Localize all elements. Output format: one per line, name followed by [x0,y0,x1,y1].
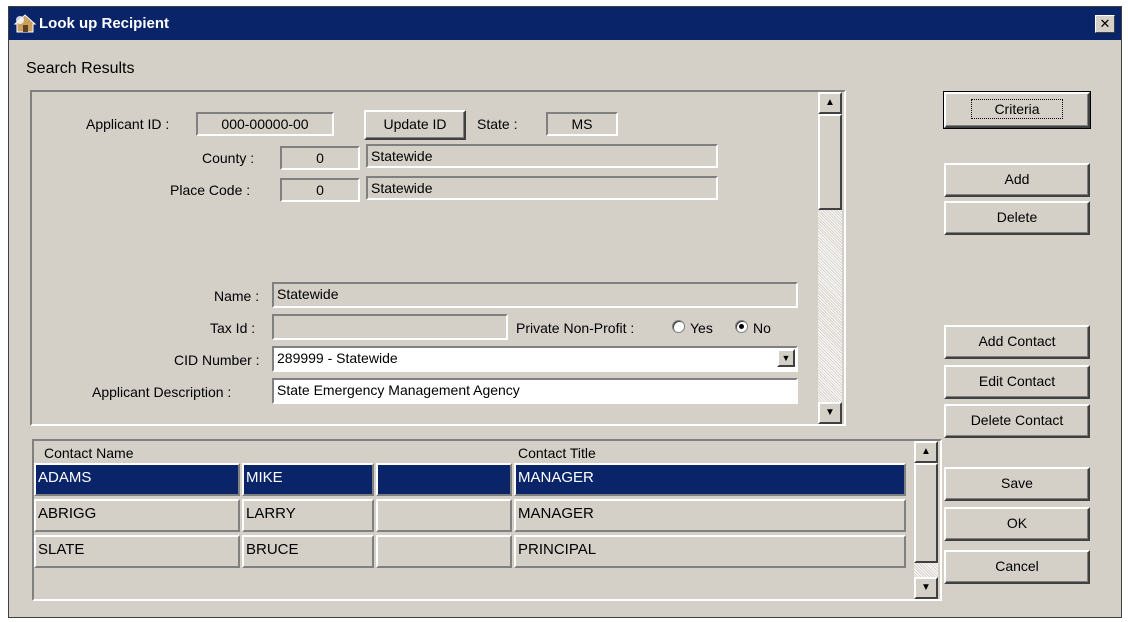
recipient-details-panel: Applicant ID : 000-00000-00 Update ID St… [30,90,846,426]
contact-title-cell[interactable]: MANAGER [514,499,906,532]
scroll-up-icon[interactable]: ▲ [818,92,842,114]
contacts-grid: Contact Name Contact Title ADAMS MIKE MA… [32,439,942,601]
contact-middle-cell[interactable] [376,499,512,532]
cancel-button[interactable]: Cancel [944,550,1090,584]
app-icon [13,14,37,33]
title-bar[interactable]: Look up Recipient ✕ [9,7,1121,40]
private-nonprofit-label: Private Non-Profit : [516,320,635,336]
description-label: Applicant Description : [92,384,232,400]
county-code-field[interactable]: 0 [280,146,360,170]
section-title: Search Results [26,60,135,77]
contact-first-cell[interactable]: MIKE [242,463,374,496]
scroll-down-icon[interactable]: ▼ [914,577,938,599]
contact-middle-cell[interactable] [376,535,512,568]
edit-contact-button[interactable]: Edit Contact [944,365,1090,399]
cid-label: CID Number : [174,352,260,368]
details-scrollbar[interactable]: ▲ ▼ [818,92,842,424]
name-label: Name : [214,288,260,304]
dropdown-arrow-icon[interactable]: ▼ [777,349,795,367]
place-code-field[interactable]: 0 [280,178,360,202]
radio-selected-dot [739,324,744,329]
update-id-button[interactable]: Update ID [364,110,466,140]
contact-last-cell[interactable]: ADAMS [34,463,240,496]
scroll-thumb[interactable] [914,463,938,563]
contact-last-cell[interactable]: ABRIGG [34,499,240,532]
yes-radio-label: Yes [690,320,713,336]
contact-name-header[interactable]: Contact Name [44,445,133,461]
name-field[interactable]: Statewide [272,282,798,308]
county-label: County : [202,150,255,166]
contact-first-cell[interactable]: BRUCE [242,535,374,568]
delete-contact-button[interactable]: Delete Contact [944,404,1090,438]
no-radio[interactable] [735,320,748,333]
yes-radio[interactable] [672,320,685,333]
lookup-recipient-window: Look up Recipient ✕ Search Results Appli… [8,6,1122,618]
save-button[interactable]: Save [944,467,1090,501]
contact-title-cell[interactable]: MANAGER [514,463,906,496]
contact-first-cell[interactable]: LARRY [242,499,374,532]
add-button[interactable]: Add [944,163,1090,197]
contacts-scrollbar[interactable]: ▲ ▼ [914,441,938,599]
description-field[interactable]: State Emergency Management Agency [272,378,798,404]
no-radio-label: No [753,320,771,336]
delete-button[interactable]: Delete [944,201,1090,235]
state-field[interactable]: MS [546,112,618,136]
scroll-thumb[interactable] [818,114,842,210]
contact-middle-cell[interactable] [376,463,512,496]
place-code-label: Place Code : [170,182,251,198]
ok-button[interactable]: OK [944,507,1090,541]
applicant-id-label: Applicant ID : [86,116,170,132]
applicant-id-field[interactable]: 000-00000-00 [196,112,334,136]
scroll-up-icon[interactable]: ▲ [914,441,938,463]
tax-id-label: Tax Id : [210,320,256,336]
scroll-down-icon[interactable]: ▼ [818,402,842,424]
state-label: State : [477,116,518,132]
county-name-field: Statewide [366,144,718,168]
cid-value: 289999 - Statewide [277,350,398,366]
place-name-field: Statewide [366,176,718,200]
criteria-button-label: Criteria [971,99,1063,119]
criteria-button[interactable]: Criteria [943,91,1091,129]
contact-title-cell[interactable]: PRINCIPAL [514,535,906,568]
close-icon[interactable]: ✕ [1095,15,1115,33]
tax-id-field[interactable] [272,314,508,340]
add-contact-button[interactable]: Add Contact [944,325,1090,359]
contact-title-header[interactable]: Contact Title [518,445,596,461]
contact-last-cell[interactable]: SLATE [34,535,240,568]
cid-select[interactable]: 289999 - Statewide ▼ [272,346,798,372]
window-title: Look up Recipient [39,15,170,32]
